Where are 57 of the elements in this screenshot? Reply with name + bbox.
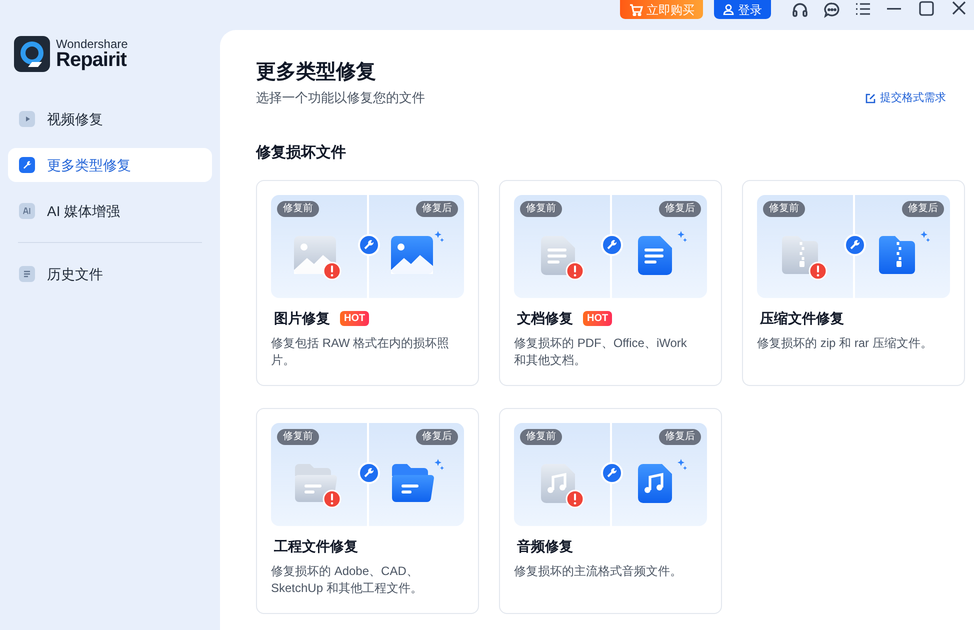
after-label: 修复后 <box>416 429 458 445</box>
user-icon <box>723 4 734 15</box>
chat-icon[interactable] <box>823 1 841 19</box>
card-title: 工程文件修复 <box>274 537 358 556</box>
repair-card[interactable]: 修复前 修复后 工程文件修复 修复损坏的 Adobe、CAD、SketchUp 和其他工程文件。 <box>256 408 479 614</box>
repair-card[interactable]: 修复前 修复后 图片修复 HOT 修复包括 RAW 格式在内的损坏照片。 <box>256 180 479 386</box>
card-description: 修复损坏的主流格式音频文件。 <box>514 563 683 580</box>
sidebar-item[interactable]: 视频修复 <box>8 102 212 136</box>
wrench-icon <box>358 462 380 484</box>
app-logo-icon <box>14 36 50 72</box>
edit-icon <box>865 92 876 104</box>
play-icon <box>19 111 35 127</box>
wrench-icon <box>601 462 623 484</box>
login-button[interactable]: 登录 <box>714 0 771 19</box>
card-title: 音频修复 <box>517 537 573 556</box>
card-title: 压缩文件修复 <box>760 309 844 328</box>
cart-icon <box>628 4 642 16</box>
brand-name: Wondershare <box>56 38 128 50</box>
before-label: 修复前 <box>520 429 562 445</box>
submit-request-link[interactable]: 提交格式需求 <box>865 90 946 106</box>
after-label: 修复后 <box>659 201 701 217</box>
wrench-icon <box>601 234 623 256</box>
card-title: 文档修复 <box>517 309 573 328</box>
wrench-icon <box>19 157 35 173</box>
menu-icon[interactable] <box>855 1 871 17</box>
list-icon <box>19 266 35 282</box>
before-label: 修复前 <box>277 201 319 217</box>
sidebar-item[interactable]: 更多类型修复 <box>8 148 212 182</box>
repair-card[interactable]: 修复前 修复后 文档修复 HOT 修复损坏的 PDF、Office、iWork 和其他文档。 <box>499 180 722 386</box>
page-subtitle: 选择一个功能以修复您的文件 <box>256 89 425 107</box>
close-icon[interactable] <box>952 1 966 15</box>
sidebar-item[interactable]: 历史文件 <box>8 257 212 291</box>
sidebar-item[interactable]: AI 媒体增强 <box>8 194 212 228</box>
card-description: 修复损坏的 Adobe、CAD、SketchUp 和其他工程文件。 <box>271 563 424 597</box>
before-label: 修复前 <box>277 429 319 445</box>
card-description: 修复损坏的 PDF、Office、iWork 和其他文档。 <box>514 335 688 369</box>
page-title: 更多类型修复 <box>256 60 377 85</box>
hot-badge: HOT <box>583 311 612 326</box>
repair-card[interactable]: 修复前 修复后 音频修复 修复损坏的主流格式音频文件。 <box>499 408 722 614</box>
after-label: 修复后 <box>902 201 944 217</box>
hot-badge: HOT <box>340 311 370 326</box>
ai-icon <box>19 203 35 219</box>
headset-icon[interactable] <box>791 1 809 19</box>
section-title: 修复损坏文件 <box>256 142 347 162</box>
product-name: Repairit <box>56 50 128 70</box>
after-label: 修复后 <box>416 201 458 217</box>
maximize-icon[interactable] <box>919 1 934 16</box>
card-title: 图片修复 <box>274 309 330 328</box>
after-label: 修复后 <box>659 429 701 445</box>
minimize-icon[interactable] <box>887 8 901 10</box>
before-label: 修复前 <box>520 201 562 217</box>
card-description: 修复包括 RAW 格式在内的损坏照片。 <box>271 335 450 369</box>
card-description: 修复损坏的 zip 和 rar 压缩文件。 <box>757 335 934 352</box>
repair-card[interactable]: 修复前 修复后 压缩文件修复 修复损坏的 zip 和 rar 压缩文件。 <box>742 180 965 386</box>
wrench-icon <box>844 234 866 256</box>
before-label: 修复前 <box>763 201 805 217</box>
wrench-icon <box>358 234 380 256</box>
